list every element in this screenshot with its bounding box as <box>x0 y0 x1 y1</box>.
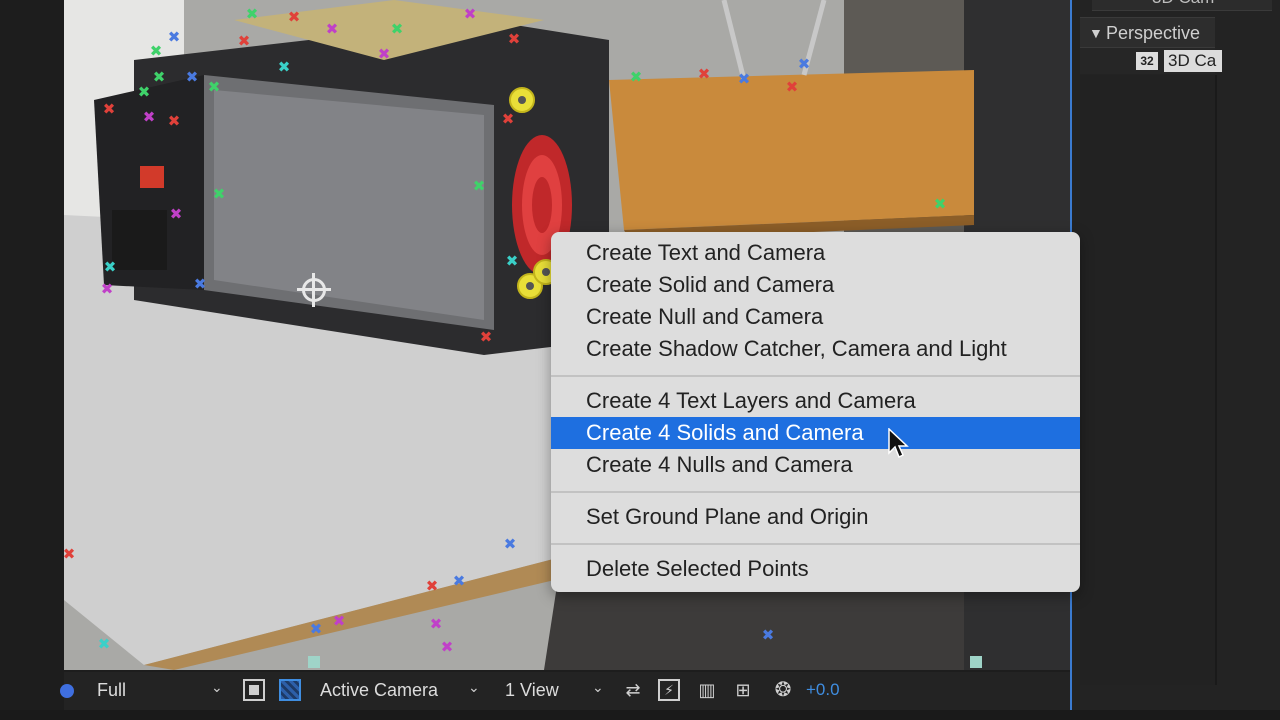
track-point[interactable]: ✖ <box>103 260 117 275</box>
track-point[interactable]: ✖ <box>167 30 181 45</box>
viewer-edge-handle[interactable] <box>970 656 982 668</box>
timeline-icon[interactable]: ▥ <box>696 679 718 701</box>
menu-item-create-4-nulls[interactable]: Create 4 Nulls and Camera <box>551 449 1080 481</box>
exposure-value[interactable]: +0.0 <box>806 680 840 700</box>
track-point[interactable]: ✖ <box>697 67 711 82</box>
color-channel-icon[interactable] <box>60 684 74 698</box>
track-point[interactable]: ✖ <box>933 197 947 212</box>
track-point[interactable]: ✖ <box>761 628 775 643</box>
track-point[interactable]: ✖ <box>102 102 116 117</box>
chevron-down-icon[interactable]: ⌄ <box>468 679 480 696</box>
bottom-strip <box>0 710 1280 720</box>
track-point[interactable]: ✖ <box>97 637 111 652</box>
track-point[interactable]: ✖ <box>507 32 521 47</box>
track-point[interactable]: ✖ <box>472 179 486 194</box>
menu-item-create-shadow-catcher[interactable]: Create Shadow Catcher, Camera and Light <box>551 333 1080 365</box>
flowchart-icon[interactable]: ⊞ <box>732 679 754 701</box>
mouse-cursor-icon <box>888 428 909 459</box>
camera-layer-label: 3D Cam <box>1152 0 1214 8</box>
viewer-toolbar: Full ⌄ Active Camera ⌄ 1 View ⌄ ⇄ ⚡ ▥ ⊞ … <box>60 672 1070 710</box>
track-point[interactable]: ✖ <box>440 640 454 655</box>
transparency-grid-icon[interactable] <box>279 679 301 701</box>
track-point[interactable]: ✖ <box>245 7 259 22</box>
track-point[interactable]: ✖ <box>797 57 811 72</box>
region-of-interest-icon[interactable] <box>243 679 265 701</box>
track-point[interactable]: ✖ <box>142 110 156 125</box>
menu-item-set-ground-plane[interactable]: Set Ground Plane and Origin <box>551 501 1080 533</box>
camera-layer-badge-icon: 32 <box>1136 52 1158 70</box>
track-point[interactable]: ✖ <box>277 60 291 75</box>
effects-controls-panel: 3D Cam ▼ Perspective 32 3D Ca <box>1072 0 1280 720</box>
menu-item-create-solid-and-camera[interactable]: Create Solid and Camera <box>551 269 1080 301</box>
camera-layer-row[interactable]: 32 3D Ca <box>1080 47 1222 74</box>
track-point[interactable]: ✖ <box>390 22 404 37</box>
track-point[interactable]: ✖ <box>149 44 163 59</box>
track-point[interactable]: ✖ <box>785 80 799 95</box>
track-point[interactable]: ✖ <box>377 47 391 62</box>
exposure-reset-icon[interactable]: ❂ <box>772 679 794 701</box>
perspective-group[interactable]: ▼ Perspective <box>1080 17 1215 48</box>
perspective-label: Perspective <box>1106 23 1201 43</box>
viewer-edge-handle[interactable] <box>308 656 320 668</box>
track-point[interactable]: ✖ <box>100 282 114 297</box>
track-point[interactable]: ✖ <box>237 34 251 49</box>
track-point[interactable]: ✖ <box>463 7 477 22</box>
twirl-down-icon[interactable]: ▼ <box>1089 25 1103 41</box>
track-point[interactable]: ✖ <box>212 187 226 202</box>
track-point[interactable]: ✖ <box>169 207 183 222</box>
menu-item-create-null-and-camera[interactable]: Create Null and Camera <box>551 301 1080 333</box>
menu-separator <box>551 543 1080 545</box>
camera-layer-name[interactable]: 3D Ca <box>1164 50 1222 72</box>
track-point[interactable]: ✖ <box>193 277 207 292</box>
menu-item-delete-selected-points[interactable]: Delete Selected Points <box>551 553 1080 585</box>
track-point[interactable]: ✖ <box>479 330 493 345</box>
track-point[interactable]: ✖ <box>737 72 751 87</box>
track-point[interactable]: ✖ <box>137 85 151 100</box>
track-point[interactable]: ✖ <box>287 10 301 25</box>
track-point[interactable]: ✖ <box>152 70 166 85</box>
chevron-down-icon[interactable]: ⌄ <box>592 679 604 696</box>
track-point[interactable]: ✖ <box>325 22 339 37</box>
target-crosshair-icon[interactable] <box>297 273 331 307</box>
toggle-pixel-aspect-icon[interactable]: ⇄ <box>622 679 644 701</box>
menu-item-create-4-solids[interactable]: Create 4 Solids and Camera <box>551 417 1080 449</box>
panel-body <box>1080 75 1217 685</box>
track-point[interactable]: ✖ <box>309 622 323 637</box>
menu-item-create-text-and-camera[interactable]: Create Text and Camera <box>551 237 1080 269</box>
selected-track-point[interactable] <box>509 87 535 113</box>
fast-previews-icon[interactable]: ⚡ <box>658 679 680 701</box>
track-point[interactable]: ✖ <box>167 114 181 129</box>
view-layout-dropdown[interactable]: 1 View <box>505 680 559 701</box>
menu-separator <box>551 375 1080 377</box>
track-point[interactable]: ✖ <box>429 617 443 632</box>
panel-top-row: 3D Cam <box>1092 0 1272 11</box>
chevron-down-icon[interactable]: ⌄ <box>211 679 223 696</box>
track-point[interactable]: ✖ <box>185 70 199 85</box>
track-point[interactable]: ✖ <box>452 574 466 589</box>
resolution-dropdown[interactable]: Full <box>97 680 126 701</box>
track-point[interactable]: ✖ <box>64 547 76 562</box>
track-point[interactable]: ✖ <box>629 70 643 85</box>
track-point[interactable]: ✖ <box>207 80 221 95</box>
track-point[interactable]: ✖ <box>503 537 517 552</box>
view-dropdown[interactable]: Active Camera <box>320 680 438 701</box>
track-point[interactable]: ✖ <box>332 614 346 629</box>
track-point[interactable]: ✖ <box>505 254 519 269</box>
context-menu: Create Text and Camera Create Solid and … <box>551 232 1080 592</box>
menu-item-create-4-text-layers[interactable]: Create 4 Text Layers and Camera <box>551 385 1080 417</box>
track-point[interactable]: ✖ <box>501 112 515 127</box>
menu-separator <box>551 491 1080 493</box>
track-point[interactable]: ✖ <box>425 579 439 594</box>
